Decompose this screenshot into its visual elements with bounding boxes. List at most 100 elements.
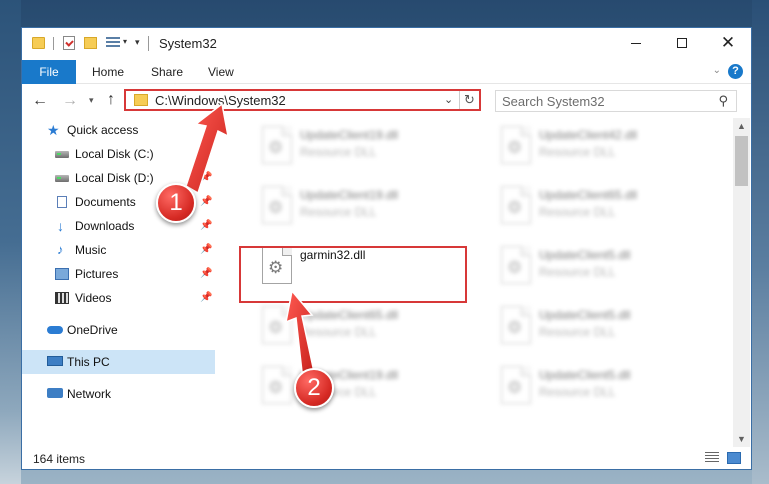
- file-type: Resource DLL: [539, 145, 616, 159]
- sidebar-item-local-disk-c[interactable]: Local Disk (C:) 📌: [22, 142, 215, 166]
- file-name: UpdateClient5.dll: [539, 248, 631, 262]
- back-arrow-icon[interactable]: ←: [32, 92, 48, 110]
- maximize-button[interactable]: [659, 28, 705, 60]
- file-name: UpdateClient42.dll: [539, 128, 638, 142]
- file-item-garmin32[interactable]: ⚙ garmin32.dll: [252, 240, 482, 296]
- file-type: Resource DLL: [539, 385, 616, 399]
- step-1-callout: 1: [156, 183, 196, 223]
- file-type: Resource DLL: [300, 205, 377, 219]
- file-type: Resource DLL: [539, 205, 616, 219]
- pin-icon[interactable]: 📌: [200, 190, 212, 214]
- sidebar-item-label: This PC: [67, 355, 110, 369]
- music-icon: ♪: [57, 242, 64, 257]
- up-arrow-icon[interactable]: ↑: [107, 91, 115, 109]
- expand-ribbon-icon[interactable]: ⌄: [713, 65, 721, 76]
- scroll-thumb[interactable]: [735, 136, 748, 186]
- status-bar: 164 items: [22, 447, 751, 469]
- file-name: UpdateClient19.dll: [300, 188, 399, 202]
- folder-icon: [134, 94, 148, 106]
- file-item[interactable]: ⚙ UpdateClient19.dll Resource DLL: [252, 120, 482, 176]
- drive-icon: [55, 151, 69, 158]
- dll-file-icon: ⚙: [262, 366, 292, 404]
- dll-file-icon: ⚙: [501, 126, 531, 164]
- large-icons-view-icon[interactable]: [727, 452, 741, 464]
- dll-file-icon: ⚙: [501, 366, 531, 404]
- properties-icon[interactable]: [63, 36, 75, 50]
- file-item[interactable]: ⚙ UpdateClient65.dll Resource DLL: [252, 300, 482, 356]
- pin-icon[interactable]: 📌: [200, 262, 212, 286]
- sidebar-item-quick-access[interactable]: ★ Quick access: [22, 118, 215, 142]
- new-folder-icon[interactable]: [84, 37, 97, 49]
- file-item[interactable]: ⚙ UpdateClient65.dll Resource DLL: [491, 180, 721, 236]
- close-button[interactable]: ✕: [705, 28, 751, 60]
- sidebar-item-label: Documents: [75, 195, 136, 209]
- address-path[interactable]: C:\Windows\System32: [155, 93, 286, 108]
- dll-file-icon: ⚙: [262, 246, 292, 284]
- toolbar-separator: [53, 37, 54, 50]
- search-box[interactable]: ⚲: [495, 90, 737, 112]
- file-item[interactable]: ⚙ UpdateClient42.dll Resource DLL: [491, 120, 721, 176]
- sidebar-item-pictures[interactable]: Pictures 📌: [22, 262, 215, 286]
- minimize-button[interactable]: [613, 28, 659, 60]
- sidebar-item-label: Local Disk (C:): [75, 147, 154, 161]
- file-item[interactable]: ⚙ UpdateClient19.dll Resource DLL: [252, 180, 482, 236]
- dll-file-icon: ⚙: [501, 186, 531, 224]
- refresh-icon[interactable]: ↻: [459, 91, 479, 109]
- title-bar: ▾ ▾ System32 ✕: [22, 28, 751, 60]
- pictures-icon: [55, 268, 69, 280]
- sidebar-item-onedrive[interactable]: OneDrive: [22, 318, 215, 342]
- tab-view[interactable]: View: [208, 60, 234, 84]
- sidebar-item-label: Videos: [75, 291, 112, 305]
- help-icon[interactable]: ?: [728, 64, 743, 79]
- view-options-arrow-icon[interactable]: ▾: [123, 37, 127, 46]
- navigation-pane: ★ Quick access Local Disk (C:) 📌 Local D…: [22, 118, 215, 447]
- title-separator: [148, 36, 149, 51]
- file-item[interactable]: ⚙ UpdateClient5.dll Resource DLL: [491, 300, 721, 356]
- pin-icon[interactable]: 📌: [200, 142, 212, 166]
- file-item[interactable]: ⚙ UpdateClient19.dll Resource DLL: [252, 360, 482, 416]
- forward-arrow-icon[interactable]: →: [62, 92, 78, 110]
- view-options-icon[interactable]: [106, 37, 120, 49]
- file-item[interactable]: ⚙ UpdateClient5.dll Resource DLL: [491, 360, 721, 416]
- pin-icon[interactable]: 📌: [200, 166, 212, 190]
- file-explorer-window: ▾ ▾ System32 ✕ File Home Share View ⌄ ? …: [21, 27, 752, 470]
- vertical-scrollbar[interactable]: ▲ ▼: [733, 118, 750, 447]
- scroll-down-icon[interactable]: ▼: [733, 431, 750, 447]
- sidebar-item-label: Local Disk (D:): [75, 171, 154, 185]
- file-name: UpdateClient65.dll: [539, 188, 638, 202]
- sidebar-item-label: Network: [67, 387, 112, 401]
- sidebar-item-label: Downloads: [75, 219, 135, 233]
- videos-icon: [55, 292, 69, 304]
- sidebar-item-videos[interactable]: Videos 📌: [22, 286, 215, 310]
- address-bar[interactable]: C:\Windows\System32 ⌄ ↻: [124, 89, 481, 111]
- search-icon[interactable]: ⚲: [718, 93, 728, 109]
- pin-icon[interactable]: 📌: [200, 238, 212, 262]
- file-type: Resource DLL: [300, 145, 377, 159]
- sidebar-item-network[interactable]: Network: [22, 382, 215, 406]
- drive-icon: [55, 175, 69, 182]
- search-input[interactable]: [502, 93, 702, 109]
- pin-icon[interactable]: 📌: [200, 214, 212, 238]
- maximize-icon: [677, 38, 687, 49]
- pin-icon[interactable]: 📌: [200, 286, 212, 310]
- tab-home[interactable]: Home: [92, 60, 124, 84]
- minimize-icon: [631, 42, 641, 44]
- tab-share[interactable]: Share: [151, 60, 183, 84]
- sidebar-item-music[interactable]: ♪ Music 📌: [22, 238, 215, 262]
- star-icon: ★: [47, 122, 60, 138]
- dll-file-icon: ⚙: [262, 306, 292, 344]
- documents-icon: [57, 196, 67, 208]
- dll-file-icon: ⚙: [501, 246, 531, 284]
- file-name: garmin32.dll: [300, 248, 366, 262]
- details-view-icon[interactable]: [705, 452, 719, 464]
- tab-file[interactable]: File: [22, 60, 76, 84]
- file-item[interactable]: ⚙ UpdateClient5.dll Resource DLL: [491, 240, 721, 296]
- file-name: UpdateClient65.dll: [300, 308, 399, 322]
- recent-locations-icon[interactable]: ▾: [89, 95, 94, 106]
- sidebar-item-this-pc[interactable]: This PC: [22, 350, 215, 374]
- scroll-up-icon[interactable]: ▲: [733, 118, 750, 134]
- customize-toolbar-dropdown-icon[interactable]: ▾: [135, 37, 140, 48]
- onedrive-icon: [47, 326, 63, 334]
- address-dropdown-icon[interactable]: ⌄: [444, 93, 453, 106]
- network-icon: [47, 388, 63, 398]
